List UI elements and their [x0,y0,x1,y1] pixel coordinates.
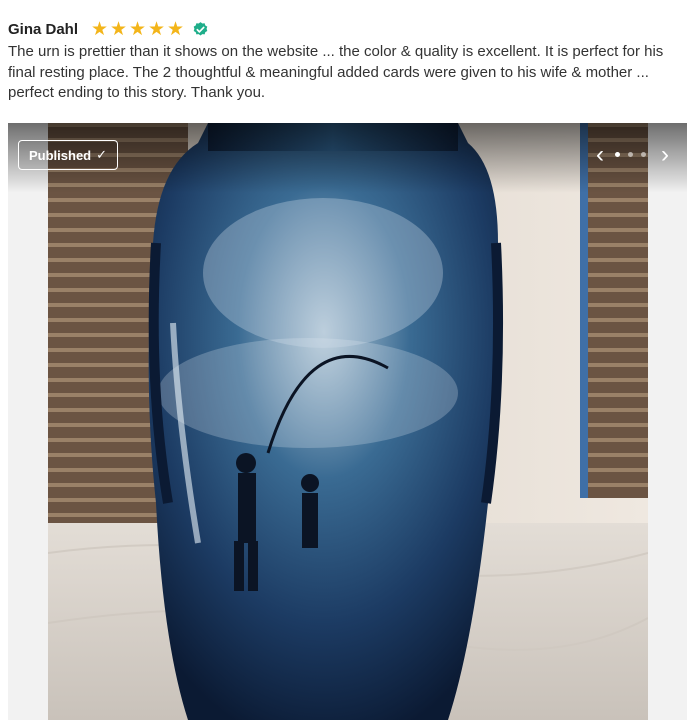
star-icon: ★ [166,18,185,40]
review-text: The urn is prettier than it shows on the… [8,43,664,101]
verified-check-icon [193,21,208,36]
checkmark-icon: ✓ [96,147,108,162]
carousel-dot[interactable] [628,152,633,157]
review-header: Gina Dahl ★ ★ ★ ★ ★ [8,18,209,40]
star-rating: ★ ★ ★ ★ ★ [90,20,185,39]
star-icon: ★ [128,18,147,40]
carousel-dot[interactable] [641,152,646,157]
published-label: Published [29,147,92,163]
star-icon: ★ [109,18,128,40]
chevron-right-icon[interactable]: › [655,143,675,167]
chevron-left-icon[interactable]: ‹ [590,143,610,167]
star-icon: ★ [147,18,166,40]
photo-carousel[interactable]: Published ✓ ‹ › [8,123,687,720]
carousel-dot-active[interactable] [615,152,620,157]
star-icon: ★ [90,18,109,40]
carousel-dots [615,152,646,157]
published-badge[interactable]: Published ✓ [18,140,119,170]
urn-photo[interactable] [48,123,648,720]
review-card: Gina Dahl ★ ★ ★ ★ ★ The urn is prettier … [0,0,687,720]
reviewer-name: Gina Dahl [8,20,79,38]
